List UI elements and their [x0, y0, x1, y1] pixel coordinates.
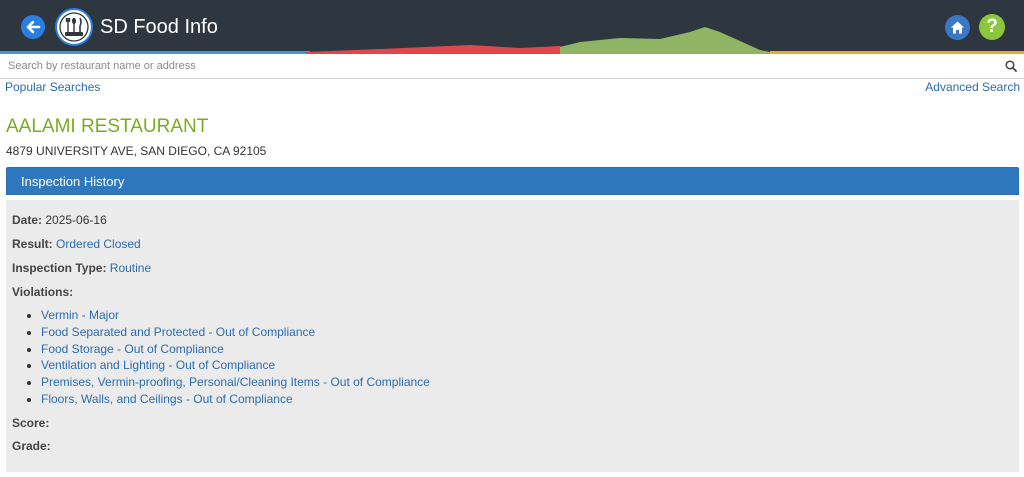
inspection-date: Date: 2025-06-16	[12, 213, 107, 227]
sd-food-logo	[55, 8, 93, 46]
back-button[interactable]	[21, 15, 45, 39]
violation-link[interactable]: Premises, Vermin-proofing, Personal/Clea…	[41, 375, 430, 389]
home-icon	[951, 21, 964, 34]
date-value: 2025-06-16	[45, 213, 107, 227]
violation-link[interactable]: Floors, Walls, and Ceilings - Out of Com…	[41, 392, 293, 406]
list-item: Premises, Vermin-proofing, Personal/Clea…	[41, 374, 430, 391]
list-item: Food Separated and Protected - Out of Co…	[41, 324, 430, 341]
inspection-result: Result: Ordered Closed	[12, 237, 141, 251]
violation-link[interactable]: Food Separated and Protected - Out of Co…	[41, 325, 315, 339]
advanced-search-link[interactable]: Advanced Search	[925, 80, 1020, 94]
inspection-grade: Grade:	[12, 439, 51, 453]
violations-list: Vermin - Major Food Separated and Protec…	[23, 307, 430, 408]
violations-label: Violations:	[12, 285, 74, 299]
result-label: Result:	[12, 237, 53, 251]
type-label: Inspection Type:	[12, 261, 107, 275]
type-value: Routine	[109, 261, 152, 275]
search-bar	[0, 54, 1024, 79]
panel-title: Inspection History	[21, 174, 125, 189]
restaurant-address: 4879 UNIVERSITY AVE, SAN DIEGO, CA 92105	[6, 144, 267, 158]
inspection-score: Score:	[12, 416, 49, 430]
grade-label: Grade:	[12, 439, 51, 453]
inspection-type: Inspection Type: Routine	[12, 261, 151, 275]
violation-link[interactable]: Food Storage - Out of Compliance	[41, 342, 224, 356]
date-label: Date:	[12, 213, 43, 227]
home-button[interactable]	[945, 15, 970, 40]
list-item: Ventilation and Lighting - Out of Compli…	[41, 357, 430, 374]
violation-link[interactable]: Ventilation and Lighting - Out of Compli…	[41, 358, 275, 372]
fork-knife-spoon-icon	[59, 12, 89, 42]
violations-heading: Violations:	[12, 285, 73, 299]
app-title: SD Food Info	[100, 16, 218, 38]
inspection-details: Date: 2025-06-16 Result: Ordered Closed …	[6, 200, 1019, 472]
app-header: SD Food Info ?	[0, 0, 1024, 54]
score-label: Score:	[12, 416, 50, 430]
list-item: Floors, Walls, and Ceilings - Out of Com…	[41, 391, 430, 408]
search-input[interactable]	[0, 54, 990, 78]
help-button[interactable]: ?	[979, 14, 1005, 40]
search-icon[interactable]	[1005, 60, 1017, 72]
popular-searches-link[interactable]: Popular Searches	[5, 80, 100, 94]
restaurant-name: AALAMI RESTAURANT	[6, 116, 209, 137]
arrow-left-icon	[26, 20, 41, 34]
inspection-history-header: Inspection History	[6, 167, 1019, 195]
list-item: Food Storage - Out of Compliance	[41, 341, 430, 358]
violation-link[interactable]: Vermin - Major	[41, 308, 119, 322]
list-item: Vermin - Major	[41, 307, 430, 324]
question-mark-icon: ?	[986, 16, 998, 37]
result-value: Ordered Closed	[56, 237, 141, 251]
